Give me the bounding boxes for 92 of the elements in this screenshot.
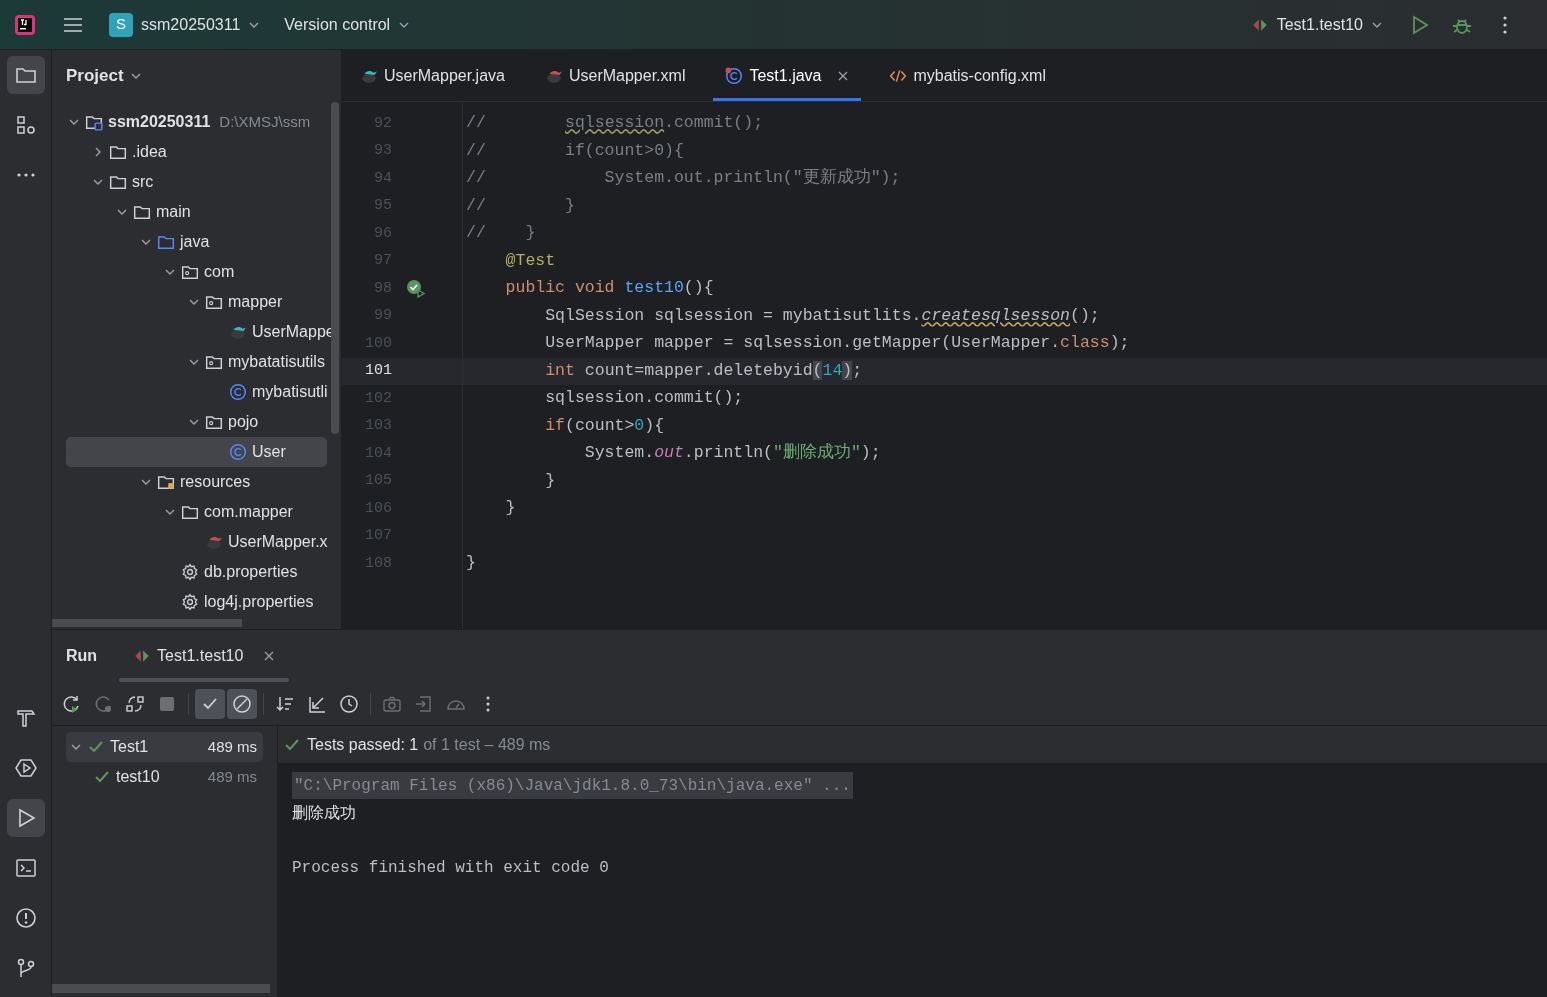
run-button[interactable] <box>6 799 45 837</box>
code-line: // sqlsession.commit(); <box>465 112 764 135</box>
module-folder-icon <box>85 113 103 131</box>
editor-tab[interactable]: mybatis-config.xml <box>877 50 1058 101</box>
folder-icon <box>157 233 175 251</box>
test-item[interactable]: Test1 489 ms <box>66 732 263 762</box>
rerun-icon <box>93 693 113 714</box>
tree-item[interactable]: mybatisutli <box>66 377 327 407</box>
test-item[interactable]: test10 489 ms <box>66 762 263 792</box>
tree-item[interactable]: mybatatisutils <box>66 347 327 377</box>
resources-folder-icon <box>157 473 175 491</box>
gear-icon <box>181 563 199 581</box>
tree-item[interactable]: UserMapper.x <box>66 527 327 557</box>
scrollbar[interactable] <box>52 984 270 993</box>
tree-item[interactable]: mapper <box>66 287 327 317</box>
close-icon[interactable] <box>837 69 850 82</box>
prohibited-icon <box>232 693 252 714</box>
rerun-icon <box>61 693 81 714</box>
structure-icon <box>14 114 37 136</box>
refresh-icon <box>125 693 145 714</box>
class-icon <box>229 443 247 461</box>
panel-title[interactable]: Project <box>66 63 124 89</box>
hammer-icon <box>14 707 37 729</box>
editor-tab[interactable]: Test1.java <box>713 50 862 101</box>
vcs-menu[interactable]: Version control <box>284 12 411 37</box>
code-line: if(count>0){ <box>544 414 665 437</box>
code-line: public void test10(){ <box>504 277 714 300</box>
gear-icon <box>181 593 199 611</box>
test-summary: Tests passed: 1 of 1 test – 489 ms <box>307 734 551 755</box>
tree-item[interactable]: src <box>66 167 327 197</box>
check-icon <box>94 769 110 785</box>
class-icon <box>725 66 744 85</box>
folder-icon <box>181 503 199 521</box>
test-passed-icon[interactable] <box>406 278 426 299</box>
code-line: SqlSession sqlsession = mybatisutlits.createsqlsesson(); <box>544 304 1100 327</box>
tree-item[interactable]: com <box>66 257 327 287</box>
code-line: sqlsession.commit(); <box>544 387 744 410</box>
more-icon[interactable] <box>1502 14 1508 35</box>
package-folder-icon <box>205 293 223 311</box>
terminal-icon <box>14 857 37 879</box>
code-line: } <box>465 552 476 575</box>
code-line: int count=mapper.deletebyid(14); <box>544 359 863 382</box>
folder-icon <box>109 143 127 161</box>
check-icon <box>88 739 104 755</box>
folder-button[interactable] <box>6 56 45 94</box>
editor-tab[interactable]: UserMapper.java <box>348 50 517 101</box>
clock-icon <box>339 693 359 714</box>
code-line: } <box>544 469 556 492</box>
code-line: UserMapper mapper = sqlsession.getMapper(UserMapper.class); <box>544 332 1130 355</box>
tree-item[interactable]: java <box>66 227 327 257</box>
code-line: // if(count>0){ <box>465 139 684 162</box>
code-line: System.out.println("删除成功"); <box>583 442 881 465</box>
toolbar-button[interactable] <box>195 688 225 719</box>
scrollbar[interactable] <box>52 619 242 627</box>
toolbar-button[interactable] <box>227 688 257 719</box>
more-icon <box>16 173 35 177</box>
folder-icon <box>109 173 127 191</box>
problems-icon <box>14 907 37 929</box>
code-line: @Test <box>504 249 556 272</box>
run-tab[interactable]: Test1.test10 <box>119 630 290 682</box>
code-line: // System.out.println("更新成功"); <box>465 167 901 190</box>
line-number: 101 <box>364 361 392 381</box>
scrollbar[interactable] <box>331 102 339 434</box>
editor-tab[interactable]: UserMapper.xml <box>532 50 698 101</box>
export-icon <box>414 693 434 714</box>
more-icon <box>486 695 490 712</box>
panel-title: Run <box>66 646 98 666</box>
package-folder-icon <box>205 413 223 431</box>
project-badge: S <box>109 12 133 37</box>
tree-item[interactable]: User <box>66 437 327 467</box>
run-configuration[interactable]: Test1.test10 <box>1250 12 1383 37</box>
close-icon[interactable] <box>263 650 276 662</box>
code-line: // } <box>465 222 536 245</box>
console-line: 删除成功 <box>292 802 357 823</box>
code-line: } <box>504 497 516 520</box>
tree-item[interactable]: log4j.properties <box>66 587 327 617</box>
class-icon <box>229 383 247 401</box>
project-switcher[interactable]: S ssm20250311 <box>109 12 261 37</box>
tree-item[interactable]: ssm20250311 D:\XMSJ\ssm <box>66 107 327 137</box>
package-folder-icon <box>205 353 223 371</box>
tree-item[interactable]: main <box>66 197 327 227</box>
app-logo-icon[interactable] <box>13 12 37 37</box>
tree-item[interactable]: pojo <box>66 407 327 437</box>
package-folder-icon <box>181 263 199 281</box>
play-hexagon-icon <box>14 757 37 779</box>
tree-item[interactable]: resources <box>66 467 327 497</box>
tree-item[interactable]: com.mapper <box>66 497 327 527</box>
folder-icon <box>133 203 151 221</box>
console-line: Process finished with exit code 0 <box>292 857 610 879</box>
tree-item[interactable]: .idea <box>66 137 327 167</box>
code-line: // } <box>465 194 575 217</box>
tree-item[interactable]: db.properties <box>66 557 327 587</box>
